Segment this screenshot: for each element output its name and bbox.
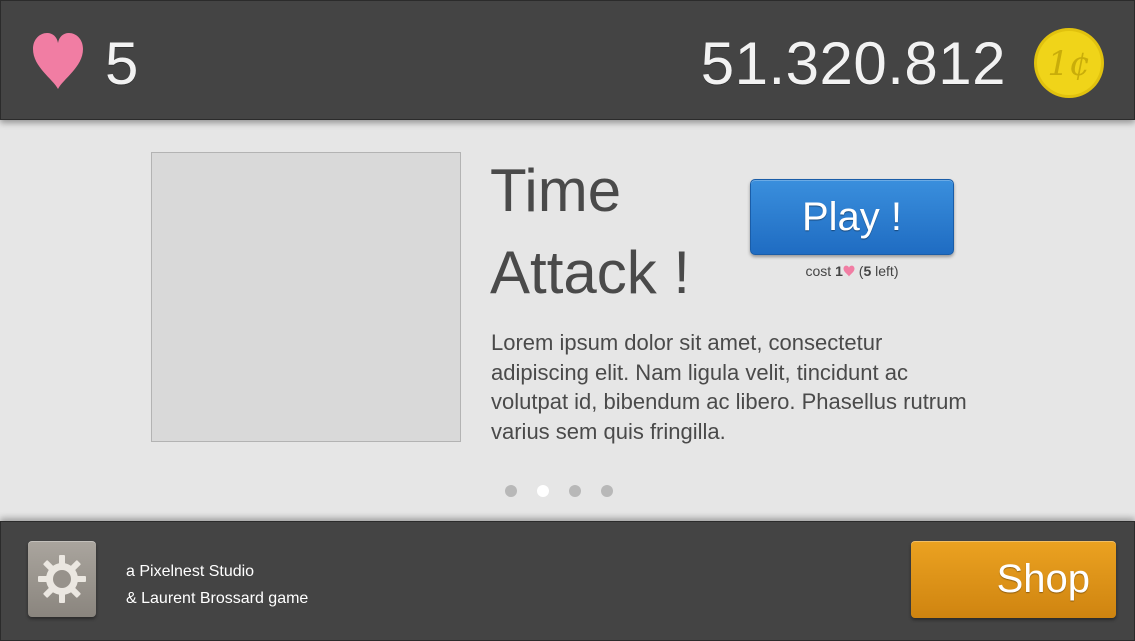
- page-dot-3[interactable]: [569, 485, 581, 497]
- credits-line-2: & Laurent Brossard game: [126, 590, 309, 607]
- cost-amount: 1: [835, 263, 843, 279]
- play-cost-note: cost 1 (5 left): [750, 262, 954, 280]
- credits-line-1: a Pixelnest Studio: [126, 563, 255, 580]
- page-dot-1[interactable]: [505, 485, 517, 497]
- page-dot-2[interactable]: [537, 485, 549, 497]
- settings-button[interactable]: [28, 541, 96, 617]
- gear-icon: [38, 555, 86, 603]
- page-indicator: [505, 485, 613, 497]
- lives-count: 5: [105, 30, 139, 97]
- game-description: Lorem ipsum dolor sit amet, consectetur …: [491, 330, 967, 444]
- coins-count: 51.320.812: [700, 30, 1006, 97]
- heart-icon: [33, 33, 83, 89]
- play-button[interactable]: Play !: [750, 179, 954, 255]
- svg-text:1¢: 1¢: [1047, 44, 1090, 84]
- shop-button[interactable]: Shop: [911, 541, 1116, 618]
- game-title: Time Attack !: [490, 157, 691, 306]
- top-bar: 5 51.320.812 1¢: [0, 0, 1135, 120]
- game-panel: Time Attack ! Play ! cost 1 (5 left) Lor…: [0, 120, 1135, 521]
- studio-credits: a Pixelnest Studio & Laurent Brossard ga…: [126, 558, 308, 612]
- game-thumbnail: [151, 152, 461, 442]
- coin-icon: 1¢: [1034, 28, 1104, 98]
- heart-icon: [843, 265, 855, 277]
- page-dot-4[interactable]: [601, 485, 613, 497]
- bottom-bar: a Pixelnest Studio & Laurent Brossard ga…: [0, 521, 1135, 641]
- cost-prefix: cost: [805, 263, 836, 279]
- cost-suffix: left): [871, 263, 899, 279]
